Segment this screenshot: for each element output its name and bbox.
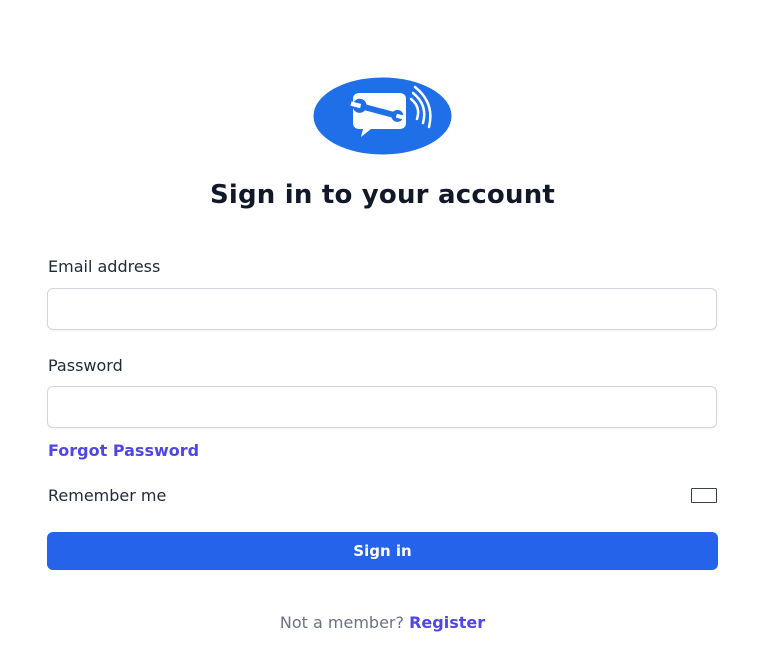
email-label: Email address [48,257,161,276]
remember-me-label: Remember me [48,486,167,505]
forgot-password-link[interactable]: Forgot Password [48,441,199,460]
remember-me-checkbox[interactable] [691,488,717,503]
register-prompt: Not a member? Register [0,613,765,632]
wrench-chat-bubble-icon [313,77,452,155]
sign-in-page: Sign in to your account Email address Pa… [0,0,780,672]
not-a-member-text: Not a member? [279,613,404,632]
password-field[interactable] [47,386,717,428]
app-logo [313,77,452,155]
sign-in-button[interactable]: Sign in [47,532,718,570]
email-field[interactable] [47,288,717,330]
password-label: Password [48,356,123,375]
page-title: Sign in to your account [209,180,556,210]
register-link[interactable]: Register [409,613,485,632]
